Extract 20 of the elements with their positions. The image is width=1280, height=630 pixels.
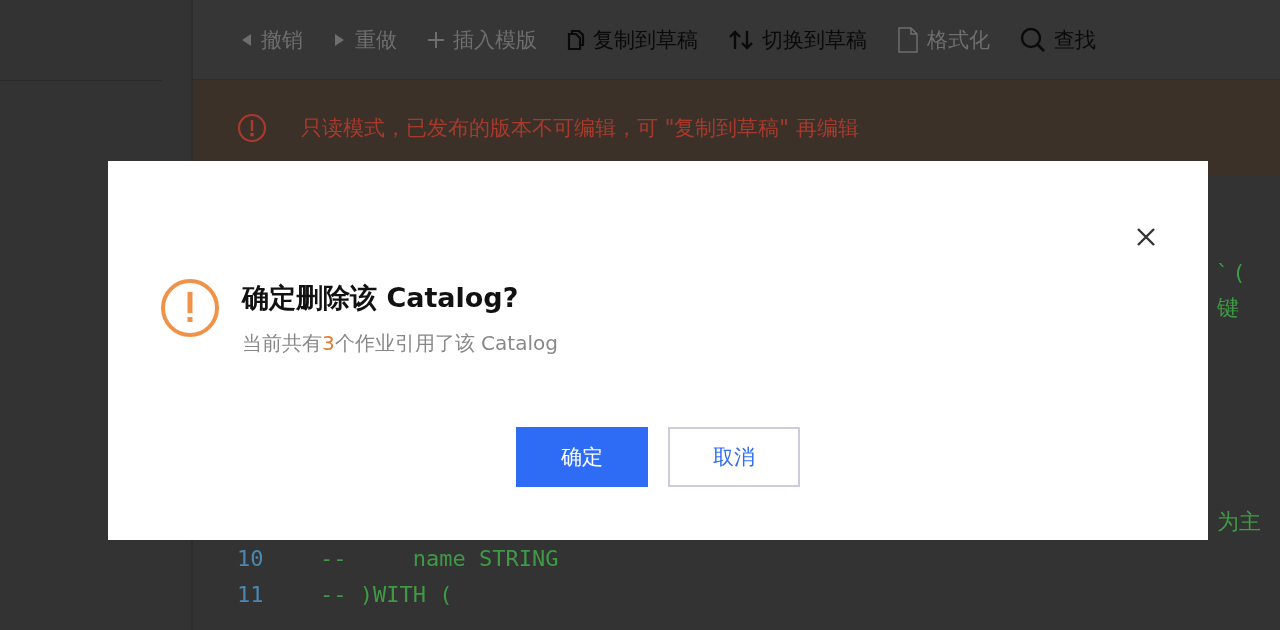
search-icon xyxy=(1020,26,1046,53)
banner-text: 只读模式，已发布的版本不可编辑，可 "复制到草稿" 再编辑 xyxy=(301,114,859,142)
warning-icon xyxy=(237,112,267,143)
line-number: 11 xyxy=(237,581,265,607)
dialog-title: 确定删除该 Catalog? xyxy=(242,281,520,315)
cancel-button[interactable]: 取消 xyxy=(668,427,800,487)
code-fragment: 为主 xyxy=(1217,508,1261,536)
code-fragment: ` ( xyxy=(1217,259,1244,285)
close-icon[interactable] xyxy=(1136,227,1156,247)
warning-icon xyxy=(160,278,220,338)
line-number: 10 xyxy=(237,545,265,571)
confirm-button[interactable]: 确定 xyxy=(516,427,648,487)
copy-icon xyxy=(567,29,585,50)
code-fragment: 键 xyxy=(1217,294,1239,322)
dialog-message: 当前共有3个作业引用了该 Catalog xyxy=(242,330,558,357)
code-line: -- )WITH ( xyxy=(320,581,453,607)
plus-icon xyxy=(427,30,445,49)
swap-arrows-icon xyxy=(728,28,754,51)
document-icon xyxy=(897,26,919,53)
code-line: -- name STRING xyxy=(320,545,559,571)
